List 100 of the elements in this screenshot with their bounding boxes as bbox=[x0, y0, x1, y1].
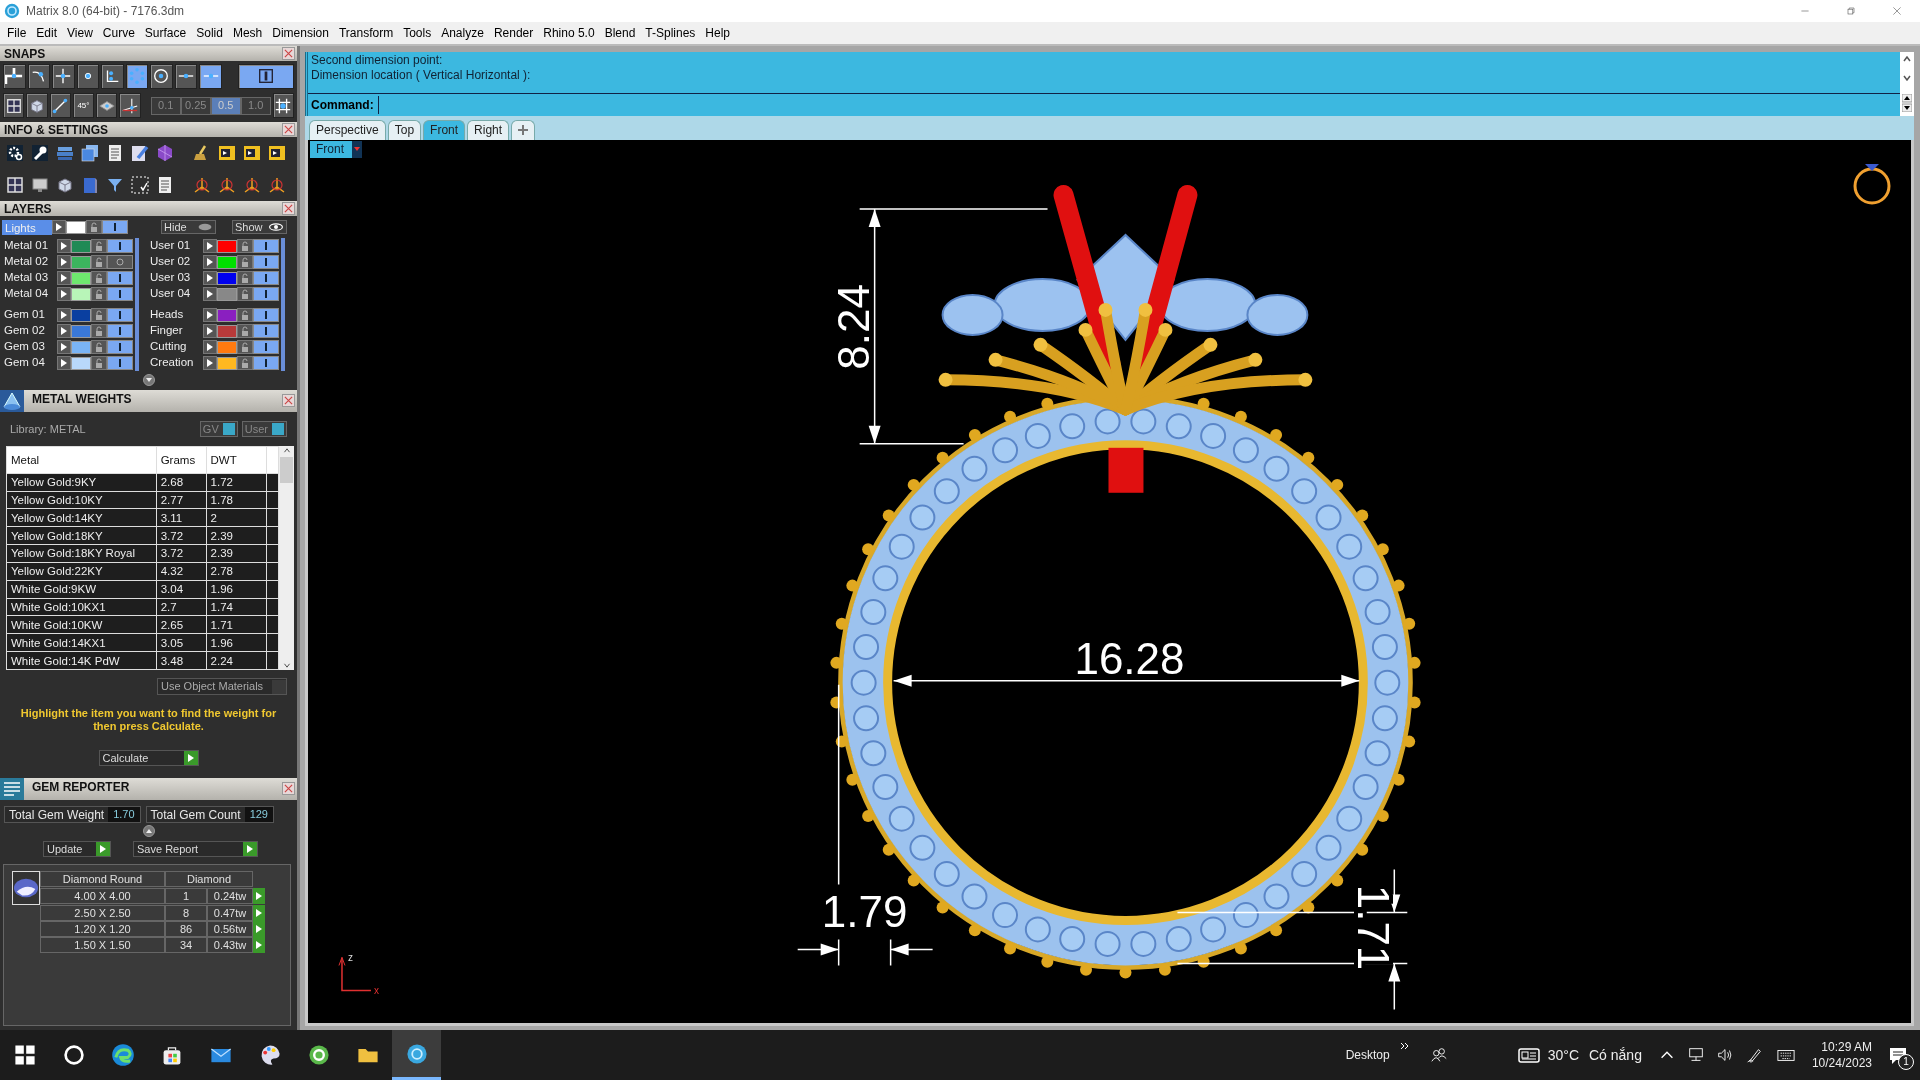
table-cell: 2.65 bbox=[156, 615, 207, 634]
table-cell: White Gold:10KW bbox=[6, 615, 157, 634]
table-cell: 2.24 bbox=[206, 651, 267, 670]
table-cell: 2.77 bbox=[156, 491, 207, 509]
layer-name: User 03 bbox=[149, 270, 192, 286]
button-label: Show bbox=[235, 219, 263, 235]
layer-name: Gem 03 bbox=[3, 339, 46, 355]
clock-date[interactable]: 10/24/2023 bbox=[1811, 1055, 1872, 1071]
table-cell: 2 bbox=[206, 508, 267, 527]
button-label: Hide bbox=[164, 219, 187, 235]
table-cell: 1.78 bbox=[206, 491, 267, 509]
layer-name: Heads bbox=[149, 307, 185, 323]
table-cell: 2.68 bbox=[156, 473, 207, 492]
table-cell: 86 bbox=[165, 921, 207, 937]
total-value: 129 bbox=[244, 807, 273, 822]
menu-item[interactable]: Edit bbox=[31, 24, 63, 42]
menu-item[interactable]: File bbox=[2, 24, 32, 42]
menu-item[interactable]: T-Splines bbox=[640, 24, 701, 42]
weather-text[interactable]: Có nắng bbox=[1589, 1044, 1642, 1066]
clock-time[interactable]: 10:29 AM bbox=[1821, 1039, 1872, 1055]
temperature[interactable]: 30°C bbox=[1547, 1044, 1579, 1066]
table-cell: White Gold:9KW bbox=[6, 580, 157, 599]
angle-snap-button[interactable]: 45° bbox=[72, 93, 95, 118]
layer-name: Creation bbox=[149, 355, 195, 371]
panel-title: METAL WEIGHTS bbox=[32, 391, 132, 408]
dimension-label: 1.71 bbox=[1348, 884, 1398, 970]
notification-button[interactable]: 1 bbox=[1886, 1040, 1914, 1070]
table-cell: 8 bbox=[165, 905, 207, 921]
total-label: Total Gem Weight bbox=[8, 806, 106, 824]
table-cell: Yellow Gold:18KY bbox=[6, 526, 157, 545]
table-cell: White Gold:14KX1 bbox=[6, 633, 157, 652]
table-cell: Yellow Gold:10KY bbox=[6, 491, 157, 509]
layer-name: User 01 bbox=[149, 238, 192, 254]
toggle-label: Use Object Materials bbox=[161, 679, 264, 695]
material-toggle[interactable]: Use Object Materials bbox=[157, 678, 287, 695]
show-button[interactable]: Show bbox=[232, 220, 287, 234]
viewport-tab[interactable]: Perspective bbox=[309, 119, 386, 140]
viewport-label: Front bbox=[316, 141, 344, 159]
library-label: Library: METAL bbox=[10, 421, 86, 437]
menu-item[interactable]: Render bbox=[488, 24, 539, 42]
column-header: Grams bbox=[156, 446, 207, 474]
layer-name: Metal 04 bbox=[3, 286, 50, 302]
button-label: Update bbox=[47, 841, 83, 857]
menu-item[interactable]: Help bbox=[700, 24, 736, 42]
report-button[interactable]: Update bbox=[43, 841, 111, 857]
hint-text: Highlight the item you want to find the weight for then press Calculate. bbox=[19, 706, 278, 733]
column-header: Diamond Round bbox=[40, 871, 165, 887]
menu-item[interactable]: Mesh bbox=[227, 24, 268, 42]
layer-name: User 02 bbox=[149, 254, 192, 270]
report-button[interactable]: Save Report bbox=[133, 841, 258, 857]
menu-item[interactable]: Dimension bbox=[267, 24, 334, 42]
table-cell: 3.05 bbox=[156, 633, 207, 652]
table-cell: White Gold:10KX1 bbox=[6, 598, 157, 616]
table-cell: 1.72 bbox=[206, 473, 267, 492]
table-cell: 4.32 bbox=[156, 562, 207, 581]
table-cell: White Gold:14K PdW bbox=[6, 651, 157, 670]
table-cell: 2.39 bbox=[206, 544, 267, 563]
column-header: Diamond bbox=[165, 871, 253, 887]
layer-name: Gem 01 bbox=[3, 307, 46, 323]
viewport-menu[interactable]: Front bbox=[310, 140, 362, 158]
desktop-label: Desktop bbox=[1345, 1047, 1390, 1064]
command-history-line: Second dimension point: bbox=[311, 53, 444, 68]
layer-name: Cutting bbox=[149, 339, 188, 355]
menu-item[interactable]: Solid bbox=[191, 24, 228, 42]
viewport-tab[interactable]: Front bbox=[423, 119, 466, 140]
calculate-button[interactable]: Calculate bbox=[98, 750, 199, 766]
layer-name: Finger bbox=[149, 323, 184, 339]
panel-title: LAYERS bbox=[4, 200, 52, 218]
table-cell: 1.96 bbox=[206, 633, 267, 652]
viewport-tab[interactable]: Top bbox=[387, 119, 422, 140]
table-cell: Yellow Gold:18KY Royal bbox=[6, 544, 157, 563]
column-header: Metal bbox=[6, 446, 157, 474]
table-cell: 1.20 X 1.20 bbox=[40, 921, 165, 937]
menu-item[interactable]: Rhino 5.0 bbox=[538, 24, 600, 42]
menu-item[interactable]: Blend bbox=[599, 24, 641, 42]
menu-item[interactable]: Transform bbox=[333, 24, 399, 42]
table-cell: 1.71 bbox=[206, 615, 267, 634]
button-label: Save Report bbox=[137, 841, 199, 857]
viewport-tab[interactable]: Right bbox=[467, 119, 510, 140]
layer-name: Gem 04 bbox=[3, 355, 46, 371]
table-cell: 2.50 X 2.50 bbox=[40, 905, 165, 921]
layer-name: Metal 01 bbox=[3, 238, 50, 254]
menu-item[interactable]: Analyze bbox=[436, 24, 489, 42]
layer-name: User 04 bbox=[149, 286, 192, 302]
table-cell: 0.47tw bbox=[207, 905, 253, 921]
menu-item[interactable]: Surface bbox=[139, 24, 192, 42]
table-cell: 3.11 bbox=[156, 508, 207, 527]
table-cell: Yellow Gold:14KY bbox=[6, 508, 157, 527]
table-cell: 3.48 bbox=[156, 651, 207, 670]
layer-name: Gem 02 bbox=[3, 323, 46, 339]
menu-item[interactable]: Curve bbox=[97, 24, 140, 42]
toggle-label: GV bbox=[202, 421, 219, 437]
total-label: Total Gem Count bbox=[149, 806, 242, 824]
table-cell: 34 bbox=[165, 937, 207, 953]
menu-item[interactable]: View bbox=[62, 24, 98, 42]
command-history-line: Dimension location ( Vertical Horizontal ): bbox=[311, 68, 532, 83]
hide-button[interactable]: Hide bbox=[161, 220, 216, 234]
column-header: DWT bbox=[206, 446, 267, 474]
table-cell: Yellow Gold:9KY bbox=[6, 473, 157, 492]
menu-item[interactable]: Tools bbox=[398, 24, 437, 42]
